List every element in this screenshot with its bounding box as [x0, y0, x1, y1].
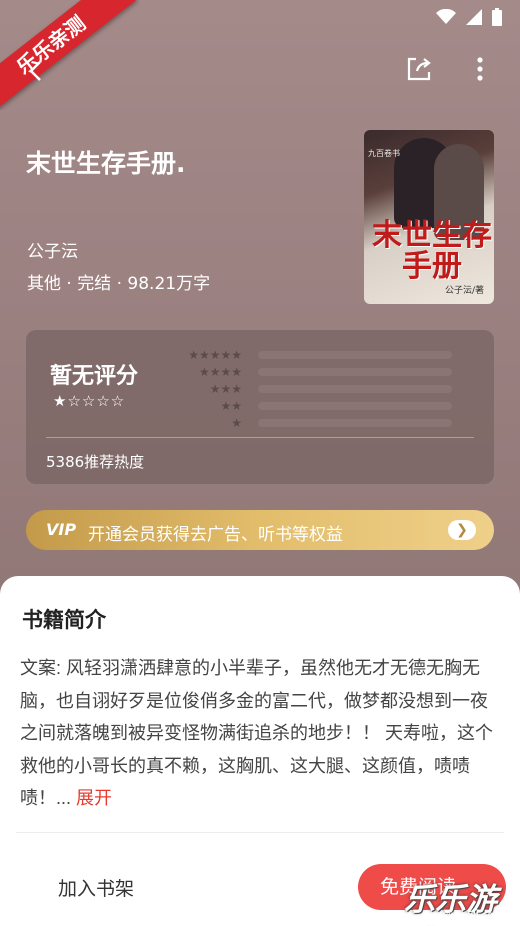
- intro-body: 文案: 风轻羽潇洒肆意的小半辈子，虽然他无才无德无胸无脑，也自诩好歹是位俊俏多金…: [20, 658, 493, 808]
- star-icon: ★★★★: [198, 364, 242, 379]
- rating-card: 暂无评分 ★☆☆☆☆ ★★★★★ ★★★★ ★★★ ★★ ★ 5386推荐热度: [26, 330, 494, 484]
- wifi-icon: [436, 9, 456, 24]
- divider: [16, 832, 504, 833]
- more-vertical-icon[interactable]: [470, 54, 490, 84]
- cover-title: 末世生存手册: [372, 218, 492, 284]
- rating-distribution-row: ★★★★★: [166, 346, 482, 363]
- rating-distribution-row: ★★★★: [166, 363, 482, 380]
- vip-banner-text: 开通会员获得去广告、听书等权益: [88, 525, 343, 545]
- top-nav: [0, 50, 520, 90]
- intro-title: 书籍简介: [22, 608, 106, 632]
- back-arrow-icon[interactable]: [24, 58, 50, 84]
- rating-distribution-row: ★: [166, 414, 482, 431]
- rating-bar: [258, 384, 452, 393]
- add-to-shelf-button[interactable]: 加入书架: [58, 874, 134, 901]
- star-icon: ★: [231, 415, 242, 430]
- rating-bar: [258, 350, 452, 359]
- watermark-url: www.6ll.com: [440, 910, 504, 921]
- divider: [46, 437, 474, 438]
- star-icon: ★★: [220, 398, 242, 413]
- book-author[interactable]: 公子沄: [27, 237, 78, 262]
- rating-distribution: ★★★★★ ★★★★ ★★★ ★★ ★: [166, 346, 482, 431]
- rating-bar: [258, 418, 452, 427]
- chevron-right-icon[interactable]: ❯: [448, 520, 476, 540]
- signal-icon: [466, 9, 482, 25]
- expand-link[interactable]: 展开: [76, 788, 112, 808]
- rating-label: 暂无评分: [50, 364, 139, 389]
- book-cover[interactable]: 九百卷书 末世生存手册 公子沄/著: [364, 130, 494, 304]
- rating-stars: ★☆☆☆☆: [53, 392, 126, 410]
- intro-text: 文案: 风轻羽潇洒肆意的小半辈子，虽然他无才无德无胸无脑，也自诩好歹是位俊俏多金…: [20, 652, 496, 815]
- share-icon[interactable]: [404, 54, 434, 84]
- rating-distribution-row: ★★: [166, 397, 482, 414]
- rating-bar: [258, 367, 452, 376]
- book-meta: 其他 · 完结 · 98.21万字: [27, 274, 211, 294]
- battery-icon: [492, 8, 502, 26]
- rating-distribution-row: ★★★: [166, 380, 482, 397]
- cover-series: 九百卷书: [368, 149, 400, 158]
- star-icon: ★★★: [209, 381, 242, 396]
- book-title: 末世生存手册.: [26, 149, 186, 178]
- star-icon: ★★★★★: [188, 347, 242, 362]
- rating-bar: [258, 401, 452, 410]
- cover-author: 公子沄/著: [444, 286, 484, 296]
- recommend-heat: 5386推荐热度: [46, 453, 145, 471]
- vip-icon: VIP: [46, 520, 77, 539]
- vip-banner[interactable]: VIP 开通会员获得去广告、听书等权益 ❯: [26, 510, 494, 550]
